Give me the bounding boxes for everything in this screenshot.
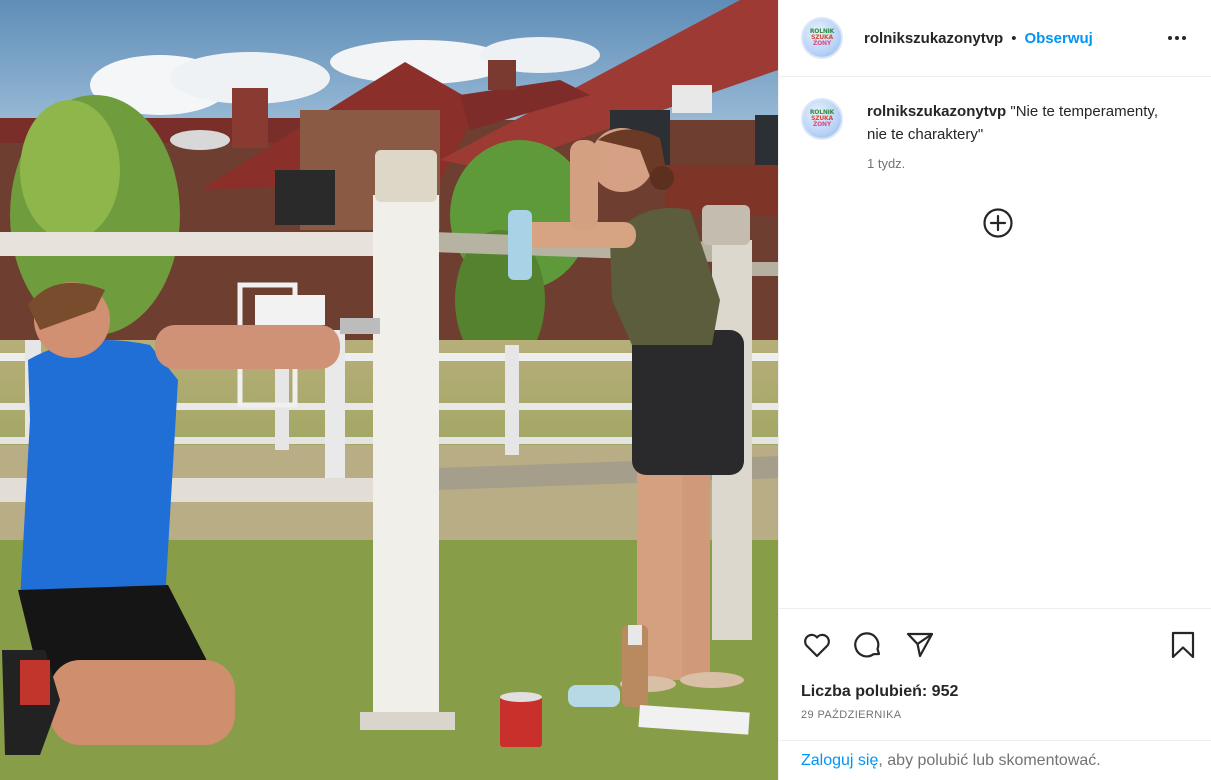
heart-icon[interactable] <box>800 628 834 662</box>
plus-circle-icon[interactable] <box>982 207 1014 239</box>
likes-count[interactable]: Liczba polubień: 952 <box>801 683 958 701</box>
caption-avatar[interactable]: ROLNIK SZUKA ŻONY <box>801 98 843 140</box>
more-dots-icon[interactable] <box>1164 26 1190 50</box>
post-photo-image <box>0 0 778 780</box>
comment-icon[interactable] <box>852 628 886 662</box>
post-photo[interactable] <box>0 0 778 780</box>
header-separator: • <box>1011 29 1017 47</box>
avatar[interactable]: ROLNIK SZUKA ŻONY <box>801 17 843 59</box>
login-prompt: Zaloguj się , aby polubić lub skomentowa… <box>779 740 1211 780</box>
caption-username[interactable]: rolnikszukazonytvp <box>867 103 1006 120</box>
share-icon[interactable] <box>903 628 937 662</box>
caption-timestamp[interactable]: 1 tydz. <box>867 156 905 171</box>
post-side-panel: ROLNIK SZUKA ŻONY rolnikszukazonytvp • O… <box>778 0 1211 780</box>
login-prompt-text: , aby polubić lub skomentować. <box>878 751 1101 769</box>
login-link[interactable]: Zaloguj się <box>801 752 878 770</box>
caption-text-block: rolnikszukazonytvp "Nie te temperamenty,… <box>867 100 1177 146</box>
follow-button[interactable]: Obserwuj <box>1024 30 1092 47</box>
avatar-text-line3: ŻONY <box>812 40 832 47</box>
caption-avatar-text-line3: ŻONY <box>812 121 832 128</box>
header-username[interactable]: rolnikszukazonytvp <box>864 30 1003 47</box>
post-header: ROLNIK SZUKA ŻONY rolnikszukazonytvp • O… <box>779 0 1211 77</box>
bookmark-icon[interactable] <box>1166 628 1200 662</box>
post-date[interactable]: 29 PAŹDZIERNIKA <box>801 709 902 721</box>
action-bar: Liczba polubień: 952 29 PAŹDZIERNIKA <box>779 608 1211 740</box>
